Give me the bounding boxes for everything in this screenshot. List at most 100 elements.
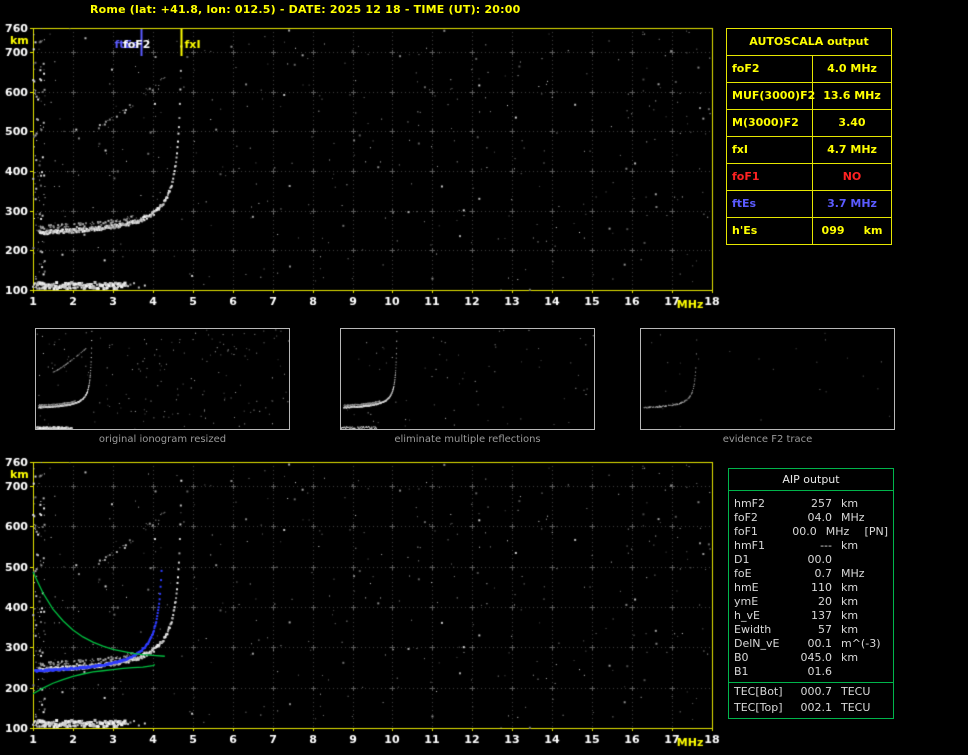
aip-row: foF2 04.0 MHz [729,511,893,525]
thumbnail-original: original ionogram resized [35,328,290,445]
autoscala-row: M(3000)F2 3.40 [727,110,891,137]
thumbnail-evidence-f2-caption: evidence F2 trace [722,434,813,445]
thumbnail-eliminate-reflections-caption: eliminate multiple reflections [394,434,541,445]
autoscala-param-value: 099 km [821,224,883,237]
autoscala-row: ftEs 3.7 MHz [727,191,891,218]
autoscala-param-value: 13.6 MHz [823,89,881,102]
bottom-ionogram-plot [0,452,722,752]
aip-param-unit: km [841,609,859,622]
autoscala-param-label: M(3000)F2 [727,110,813,136]
aip-param-extra [887,651,888,665]
aip-param-extra [887,511,888,525]
aip-param-unit: MHz [841,511,865,524]
aip-param-extra [887,497,888,511]
aip-param-label: Ewidth [734,623,772,636]
page-title: Rome (lat: +41.8, lon: 012.5) - DATE: 20… [90,3,521,16]
aip-param-value: 00.1 [807,637,833,650]
aip-param-value: 000.7 [800,685,833,698]
aip-param-label: hmE [734,581,759,594]
aip-param-extra [887,595,888,609]
aip-param-value: 57 [818,623,832,636]
aip-param-label: foF1 [734,525,758,538]
autoscala-param-label: fxI [727,137,813,163]
aip-param-extra [887,701,888,715]
aip-param-unit: km [841,595,859,608]
aip-row: D1 00.0 [729,553,893,567]
aip-param-unit [832,553,887,567]
thumbnail-eliminate-reflections: eliminate multiple reflections [340,328,595,445]
aip-param-extra [887,553,888,567]
aip-param-label: hmF2 [734,497,766,510]
autoscala-app-window: Rome (lat: +41.8, lon: 012.5) - DATE: 20… [0,0,968,755]
aip-row: hmF1 --- km [729,539,893,553]
aip-row: TEC[Top] 002.1 TECU [729,701,893,715]
aip-param-unit: km [841,539,859,552]
aip-param-unit: km [841,651,859,664]
aip-param-label: hmF1 [734,539,766,552]
autoscala-row: h'Es 099 km [727,218,891,244]
aip-row: h_vE 137 km [729,609,893,623]
autoscala-rows: foF2 4.0 MHz MUF(3000)F2 13.6 MHz M(3000)F2 3… [727,56,891,244]
autoscala-row: foF2 4.0 MHz [727,56,891,83]
aip-param-value: 045.0 [800,651,833,664]
autoscala-param-label: h'Es [727,218,813,244]
autoscala-param-value: NO [842,170,862,183]
aip-param-extra [887,623,888,637]
autoscala-row: foF1 NO [727,164,891,191]
thumbnail-evidence-f2: evidence F2 trace [640,328,895,445]
autoscala-param-value: 3.40 [838,116,866,129]
aip-param-unit: km [841,497,859,510]
aip-row: DelN_vE 00.1 m^(-3) [729,637,893,651]
aip-param-label: TEC[Top] [734,701,783,714]
aip-param-label: h_vE [734,609,760,622]
aip-param-value: 00.0 [807,553,833,566]
aip-output-table: AIP output hmF2 257 km foF2 04.0 MHz foF1 00.0 M… [728,468,894,719]
aip-row: foF1 00.0 MHz [PN] [729,525,893,539]
aip-param-extra [887,539,888,553]
autoscala-row: fxI 4.7 MHz [727,137,891,164]
top-ionogram-plot [0,20,722,316]
aip-param-value: 04.0 [807,511,833,524]
aip-param-unit: TECU [841,685,871,698]
autoscala-row: MUF(3000)F2 13.6 MHz [727,83,891,110]
aip-param-extra [887,637,888,651]
aip-param-extra: [PN] [864,525,888,538]
aip-row: ymE 20 km [729,595,893,609]
aip-row: TEC[Bot] 000.7 TECU [729,682,893,701]
aip-param-value: 0.7 [814,567,833,580]
aip-param-label: foF2 [734,511,758,524]
aip-param-unit: km [841,581,859,594]
thumbnail-evidence-f2-canvas [640,328,895,430]
aip-param-label: D1 [734,553,750,566]
aip-param-unit: MHz [841,567,865,580]
aip-param-extra [887,567,888,581]
aip-param-value: 110 [811,581,832,594]
autoscala-param-value: 3.7 MHz [827,197,877,210]
aip-row: foE 0.7 MHz [729,567,893,581]
aip-param-label: TEC[Bot] [734,685,783,698]
aip-param-extra [887,665,888,679]
aip-param-value: 01.6 [807,665,833,678]
aip-table-title: AIP output [729,469,893,491]
aip-param-value: 00.0 [792,525,817,538]
autoscala-table-title: AUTOSCALA output [727,29,891,56]
thumbnail-original-canvas [35,328,290,430]
aip-param-label: foE [734,567,752,580]
aip-param-label: B0 [734,651,749,664]
aip-param-unit: m^(-3) [841,637,881,650]
autoscala-param-label: MUF(3000)F2 [727,83,815,109]
aip-param-value: 137 [811,609,832,622]
aip-row: hmF2 257 km [729,497,893,511]
aip-param-label: ymE [734,595,759,608]
thumbnail-eliminate-reflections-canvas [340,328,595,430]
aip-param-label: B1 [734,665,749,678]
aip-row: B1 01.6 [729,665,893,679]
aip-param-extra [887,609,888,623]
aip-param-value: --- [820,539,832,552]
aip-param-extra [887,581,888,595]
aip-param-value: 20 [818,595,832,608]
aip-row: B0 045.0 km [729,651,893,665]
aip-param-value: 002.1 [800,701,833,714]
autoscala-param-label: foF2 [727,56,813,82]
autoscala-param-value: 4.0 MHz [827,62,877,75]
